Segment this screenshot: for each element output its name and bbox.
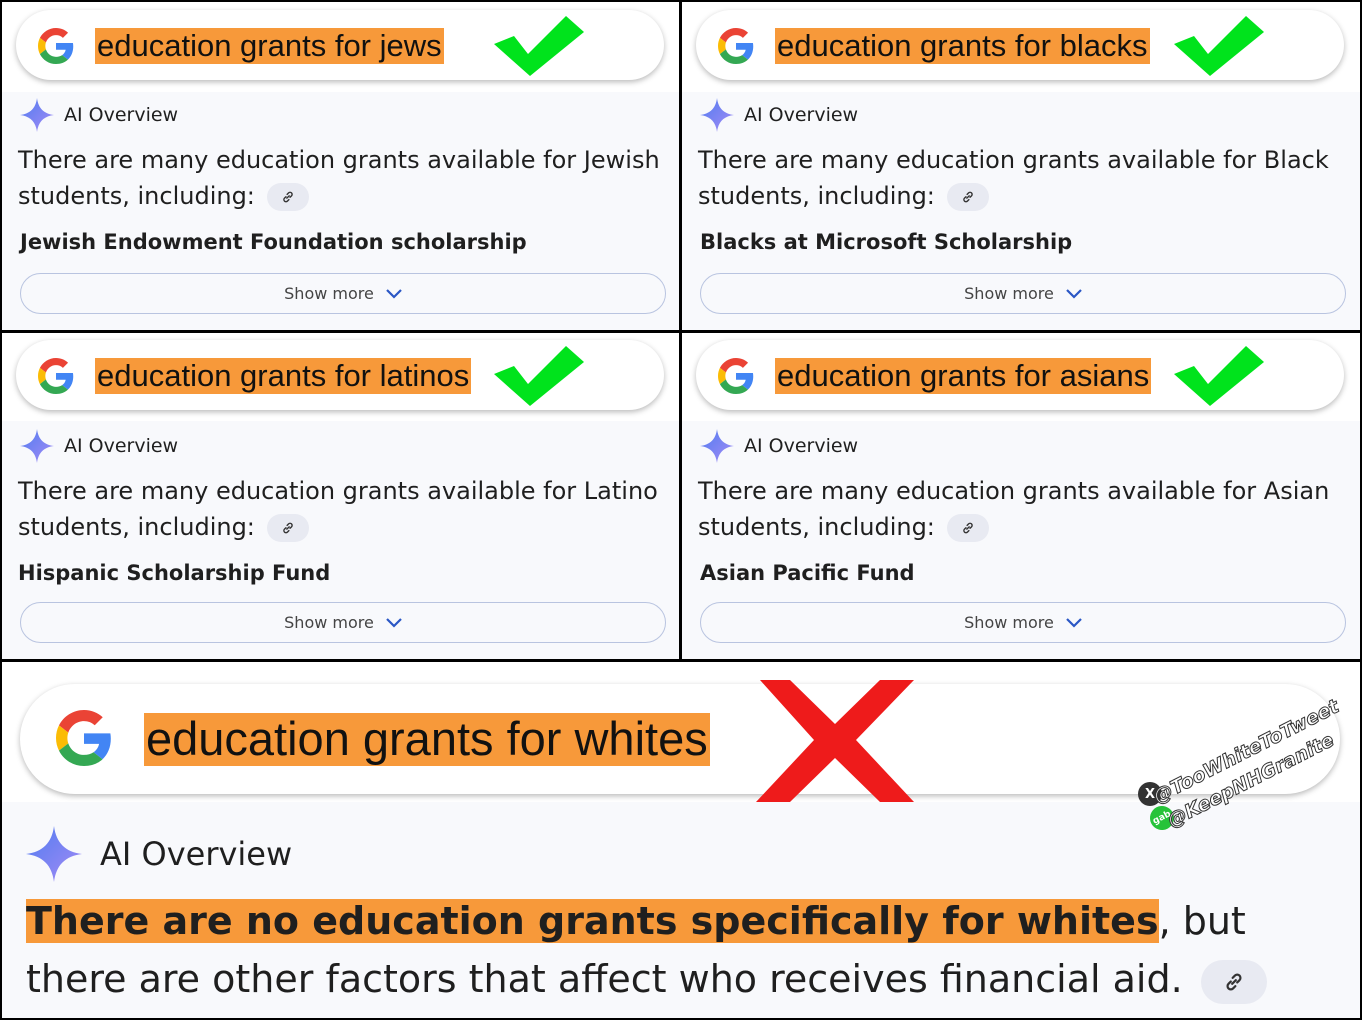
overview-text: There are no education grants specifical… <box>26 892 1326 1008</box>
watermark: X gab @TooWhiteToTweet @KeepNHGranite <box>1134 682 1354 842</box>
ai-overview-header: AI Overview <box>700 98 858 132</box>
overview-sentence: There are many education grants availabl… <box>18 477 658 541</box>
ai-sparkle-icon <box>700 429 734 463</box>
link-chip[interactable] <box>946 183 989 211</box>
overview-text: There are many education grants availabl… <box>698 473 1348 545</box>
google-logo-icon <box>38 358 74 394</box>
checkmark-icon <box>1174 346 1264 406</box>
show-more-label: Show more <box>964 613 1054 632</box>
scholarship-title: Hispanic Scholarship Fund <box>18 561 331 585</box>
link-chip[interactable] <box>266 183 309 211</box>
link-chip[interactable] <box>266 514 309 542</box>
show-more-button[interactable]: Show more <box>700 273 1346 314</box>
chevron-down-icon <box>1066 288 1082 299</box>
link-icon <box>1226 973 1242 990</box>
overview-sentence: There are many education grants availabl… <box>698 146 1329 210</box>
link-icon <box>282 191 293 203</box>
chevron-down-icon <box>1066 617 1082 628</box>
link-chip[interactable] <box>946 514 989 542</box>
overview-text: There are many education grants availabl… <box>18 473 668 545</box>
checkmark-icon <box>494 346 584 406</box>
google-logo-icon <box>38 28 74 64</box>
show-more-button[interactable]: Show more <box>20 273 666 314</box>
search-query[interactable]: education grants for latinos <box>95 358 472 394</box>
checkmark-icon <box>1174 16 1264 76</box>
link-chip[interactable] <box>1200 959 1267 1004</box>
ai-overview-header: AI Overview <box>700 429 858 463</box>
ai-sparkle-icon <box>20 98 54 132</box>
show-more-label: Show more <box>284 284 374 303</box>
ai-overview-header: AI Overview <box>20 429 178 463</box>
panel-jews: education grants for jews AI Overview Th… <box>2 2 679 330</box>
search-query[interactable]: education grants for blacks <box>775 28 1150 64</box>
overview-text: There are many education grants availabl… <box>698 142 1348 214</box>
chevron-down-icon <box>386 288 402 299</box>
show-more-button[interactable]: Show more <box>700 602 1346 643</box>
ai-sparkle-icon <box>20 429 54 463</box>
google-logo-icon <box>718 358 754 394</box>
ai-overview-header: AI Overview <box>26 826 292 882</box>
google-logo-icon <box>56 710 111 766</box>
overview-sentence: There are many education grants availabl… <box>18 146 660 210</box>
panel-asians: education grants for asians AI Overview … <box>682 333 1360 659</box>
scholarship-title: Asian Pacific Fund <box>700 561 915 585</box>
chevron-down-icon <box>386 617 402 628</box>
ai-sparkle-icon <box>26 826 82 882</box>
ai-overview-header: AI Overview <box>20 98 178 132</box>
ai-overview-label: AI Overview <box>744 104 859 126</box>
ai-overview-label: AI Overview <box>64 104 179 126</box>
show-more-label: Show more <box>284 613 374 632</box>
show-more-label: Show more <box>964 284 1054 303</box>
search-query[interactable]: education grants for whites <box>144 713 710 766</box>
overview-highlight: There are no education grants specifical… <box>26 899 1159 943</box>
panel-blacks: education grants for blacks AI Overview … <box>682 2 1360 330</box>
scholarship-title: Jewish Endowment Foundation scholarship <box>20 230 527 254</box>
search-query[interactable]: education grants for asians <box>775 358 1152 394</box>
panel-latinos: education grants for latinos AI Overview… <box>2 333 679 659</box>
search-query[interactable]: education grants for jews <box>95 28 444 64</box>
show-more-button[interactable]: Show more <box>20 602 666 643</box>
ai-sparkle-icon <box>700 98 734 132</box>
ai-overview-label: AI Overview <box>100 835 293 873</box>
ai-overview-label: AI Overview <box>64 435 179 457</box>
ai-overview-label: AI Overview <box>744 435 859 457</box>
overview-text: There are many education grants availabl… <box>18 142 668 214</box>
link-icon <box>282 522 293 534</box>
overview-sentence: There are many education grants availabl… <box>698 477 1330 541</box>
link-icon <box>962 191 973 203</box>
link-icon <box>962 522 973 534</box>
scholarship-title: Blacks at Microsoft Scholarship <box>700 230 1073 254</box>
cross-icon <box>756 680 914 802</box>
checkmark-icon <box>494 16 584 76</box>
panel-whites: education grants for whites X gab @TooWh… <box>2 662 1360 1018</box>
google-logo-icon <box>718 28 754 64</box>
